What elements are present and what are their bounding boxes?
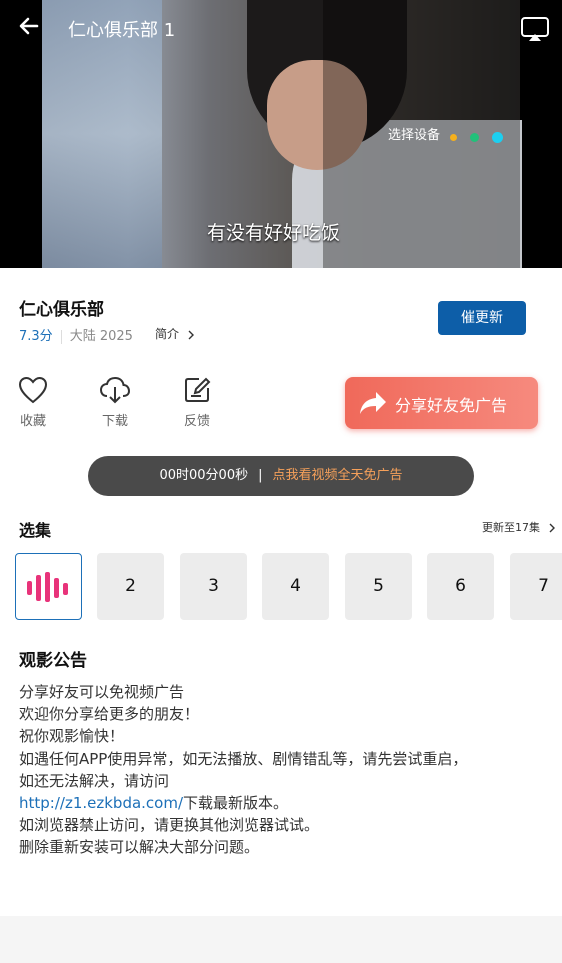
select-device-label[interactable]: 选择设备 — [388, 124, 440, 143]
notice-title: 观影公告 — [19, 651, 87, 671]
intro-link[interactable]: 简介 — [155, 325, 196, 342]
episode-item[interactable]: 4 — [262, 553, 329, 620]
download-link[interactable]: http://z1.ezkbda.com/ — [19, 794, 183, 812]
device-dot-yellow — [450, 134, 457, 141]
show-title: 仁心俱乐部 — [19, 300, 104, 320]
chevron-right-icon — [188, 330, 194, 339]
show-info-panel: 仁心俱乐部 7.3分 大陆 2025 简介 催更新 收藏 下载 反馈 分享好友免广… — [0, 268, 562, 916]
video-subtitle: 有没有好好吃饭 — [207, 222, 341, 244]
timer-text: 00时00分00秒 — [159, 468, 249, 483]
show-meta: 7.3分 大陆 2025 — [19, 325, 133, 344]
show-region: 大陆 — [69, 329, 96, 344]
ad-free-timer-bar[interactable]: 00时00分00秒 | 点我看视频全天免广告 — [88, 456, 474, 496]
share-arrow-icon — [360, 392, 386, 414]
episodes-more-link[interactable]: 更新至17集 — [482, 519, 557, 535]
playing-bars-icon — [26, 572, 68, 602]
back-arrow-icon[interactable] — [14, 14, 44, 44]
cast-icon[interactable] — [520, 16, 552, 44]
episode-item[interactable]: 3 — [180, 553, 247, 620]
episode-item[interactable]: 6 — [427, 553, 494, 620]
episode-item-1-playing[interactable] — [15, 553, 82, 620]
share-free-ads-button[interactable]: 分享好友免广告 — [345, 377, 538, 429]
request-update-button[interactable]: 催更新 — [438, 301, 526, 335]
device-dot-green — [470, 133, 480, 142]
episodes-title: 选集 — [19, 521, 52, 540]
notice-body: 分享好友可以免视频广告 欢迎你分享给更多的朋友！ 祝你观影愉快！ 如遇任何APP… — [19, 683, 468, 857]
device-dots — [450, 127, 511, 146]
show-rating: 7.3分 — [19, 329, 53, 344]
favorite-button[interactable]: 收藏 — [8, 376, 58, 429]
download-button[interactable]: 下载 — [90, 376, 140, 429]
edit-icon — [185, 377, 211, 402]
player-title: 仁心俱乐部 1 — [68, 20, 176, 41]
episode-item[interactable]: 5 — [345, 553, 412, 620]
episode-item[interactable]: 2 — [97, 553, 164, 620]
video-player[interactable]: 仁心俱乐部 1 选择设备 有没有好好吃饭 — [0, 0, 562, 268]
watch-video-cta[interactable]: 点我看视频全天免广告 — [273, 468, 403, 483]
feedback-button[interactable]: 反馈 — [172, 376, 222, 429]
show-year: 2025 — [99, 329, 133, 344]
download-icon — [99, 376, 131, 404]
chevron-right-icon — [549, 523, 555, 533]
heart-icon — [18, 376, 48, 404]
device-dot-cyan — [492, 132, 504, 143]
episode-item[interactable]: 7 — [510, 553, 562, 620]
episode-list: 2 3 4 5 6 7 — [14, 553, 562, 621]
